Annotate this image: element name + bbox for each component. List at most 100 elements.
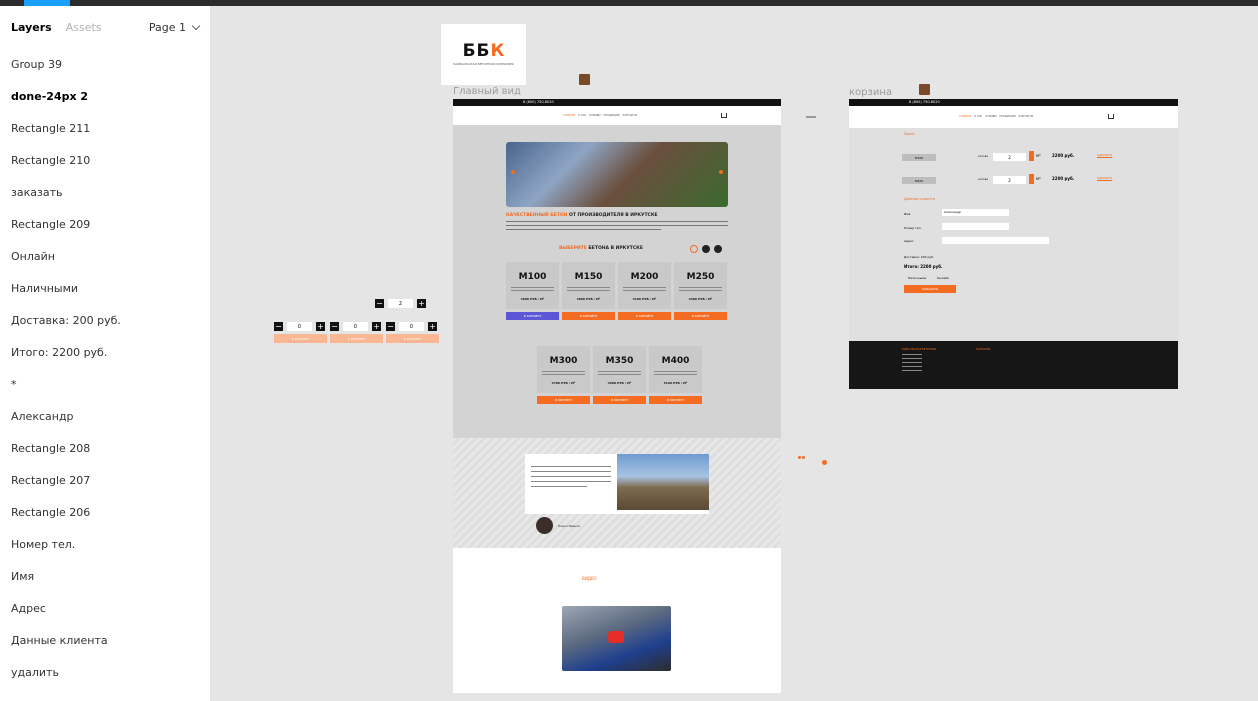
layer-item[interactable]: Rectangle 210 xyxy=(0,144,210,176)
cart-item-price: 2200 руб. xyxy=(1052,153,1075,158)
product-card[interactable]: М150 3800 РУБ / М³ xyxy=(562,262,615,309)
quantity-value[interactable]: 0 xyxy=(343,322,368,331)
tab-assets[interactable]: Assets xyxy=(66,21,102,34)
layer-item[interactable]: Номер тел. xyxy=(0,528,210,560)
minus-button[interactable]: − xyxy=(330,322,339,331)
product-price: 3600 РУБ / М³ xyxy=(520,297,545,301)
delete-link[interactable]: удалить xyxy=(1097,176,1112,180)
order-button[interactable]: ЗАКАЗАТЬ xyxy=(904,285,956,293)
filter-icon-3[interactable] xyxy=(714,245,722,253)
quantity-stepper[interactable]: − 2 + xyxy=(375,299,426,308)
add-to-cart-button[interactable]: В КОРЗИНУ xyxy=(562,312,615,320)
product-desc-lines xyxy=(623,287,666,291)
pay-cash[interactable]: Наличными xyxy=(908,276,926,280)
address-field[interactable] xyxy=(942,237,1049,244)
layer-item[interactable]: Rectangle 207 xyxy=(0,464,210,496)
layer-item[interactable]: Данные клиента xyxy=(0,624,210,656)
product-card[interactable]: М400 5100 РУБ / М³ xyxy=(649,346,702,393)
add-to-cart-button-inactive[interactable]: В КОРЗИНУ xyxy=(274,334,327,343)
frame-label-main[interactable]: Главный вид xyxy=(453,86,521,97)
layer-item[interactable]: заказать xyxy=(0,176,210,208)
frame-main-view[interactable]: 8 (800) 750-8020 ГЛАВНАЯ О НАС ОТЗЫВЫ ПРОДУ… xyxy=(453,99,781,693)
add-to-cart-button[interactable]: В КОРЗИНУ xyxy=(593,396,646,404)
layer-item[interactable]: Group 39 xyxy=(0,48,210,80)
play-icon[interactable] xyxy=(608,631,624,643)
slider-prev-icon[interactable] xyxy=(511,170,515,174)
video-thumbnail[interactable] xyxy=(562,606,671,671)
minus-button[interactable]: − xyxy=(274,322,283,331)
slider-next-icon[interactable] xyxy=(719,170,723,174)
quantity-stepper[interactable]: − 0 + xyxy=(386,322,437,331)
frame-label-cart[interactable]: корзина xyxy=(849,87,892,98)
product-card[interactable]: М300 4700 РУБ / М³ xyxy=(537,346,590,393)
product-desc-lines xyxy=(542,371,585,375)
plus-button[interactable]: + xyxy=(316,322,325,331)
layer-item[interactable]: Александр xyxy=(0,400,210,432)
cart-phone: 8 (800) 750-8020 xyxy=(909,100,940,104)
pay-online[interactable]: Онлайн xyxy=(937,276,949,280)
name-field[interactable]: Александр xyxy=(942,209,1009,216)
product-card[interactable]: М200 4100 РУБ / М³ xyxy=(618,262,671,309)
add-to-cart-button[interactable]: В КОРЗИНУ xyxy=(506,312,559,320)
component-icon[interactable] xyxy=(919,84,930,95)
quantity-value[interactable]: 0 xyxy=(287,322,312,331)
layer-item[interactable]: Rectangle 208 xyxy=(0,432,210,464)
layer-item[interactable]: Rectangle 209 xyxy=(0,208,210,240)
add-to-cart-button[interactable]: В КОРЗИНУ xyxy=(618,312,671,320)
page-selector[interactable]: Page 1 xyxy=(148,20,201,34)
frame-cart[interactable]: 8 (800) 750-8020 ГЛАВНАЯ О НАС ОТЗЫВЫ ПРОДУ… xyxy=(849,99,1178,389)
component-icon[interactable] xyxy=(579,74,590,85)
plus-button[interactable]: + xyxy=(428,322,437,331)
canvas-dot[interactable] xyxy=(802,456,805,459)
layer-item[interactable]: Итого: 2200 руб. xyxy=(0,336,210,368)
layer-item[interactable]: Наличными xyxy=(0,272,210,304)
layer-item[interactable]: Онлайн xyxy=(0,240,210,272)
add-to-cart-button[interactable]: В КОРЗИНУ xyxy=(537,396,590,404)
delete-link[interactable]: удалить xyxy=(1097,153,1112,157)
section-title: ВЫБЕРИТЕ БЕТОНА В ИРКУТСКЕ xyxy=(559,246,643,251)
plus-button[interactable]: + xyxy=(372,322,381,331)
quantity-value[interactable]: 0 xyxy=(399,322,424,331)
address-label: Адрес xyxy=(904,239,914,243)
filter-icon-1[interactable] xyxy=(690,245,698,253)
add-to-cart-button-inactive[interactable]: В КОРЗИНУ xyxy=(386,334,439,343)
minus-button[interactable]: − xyxy=(375,299,384,308)
cart-icon[interactable] xyxy=(721,113,727,118)
tab-layers[interactable]: Layers xyxy=(11,21,52,34)
filter-icon-2[interactable] xyxy=(702,245,710,253)
review-author: Павел Иванов xyxy=(558,524,580,528)
minus-button[interactable]: − xyxy=(386,322,395,331)
cart-item-qty[interactable]: 2 xyxy=(993,153,1026,161)
canvas-dot[interactable] xyxy=(822,460,827,465)
page-selector-label: Page 1 xyxy=(148,20,186,34)
quantity-stepper[interactable]: − 0 + xyxy=(330,322,381,331)
cart-nav: ГЛАВНАЯ О НАС ОТЗЫВЫ ПРОДУКЦИЯ КОНТАКТЫ xyxy=(849,106,1178,128)
layer-item[interactable]: Rectangle 211 xyxy=(0,112,210,144)
product-grade: М400 xyxy=(661,356,690,366)
hero-slider-image[interactable] xyxy=(506,142,728,207)
cart-icon[interactable] xyxy=(1108,114,1114,119)
logo-frame[interactable]: Б Б К БАЙКАЛЬСКАЯ БЕТОННАЯ КОМПАНИЯ xyxy=(441,24,526,85)
cart-item-qty[interactable]: 2 xyxy=(993,176,1026,184)
qty-stepper-control[interactable] xyxy=(1029,174,1034,184)
phone-field[interactable] xyxy=(942,223,1009,230)
add-to-cart-button-inactive[interactable]: В КОРЗИНУ xyxy=(330,334,383,343)
layer-item[interactable]: Rectangle 206 xyxy=(0,496,210,528)
qty-stepper-control[interactable] xyxy=(1029,151,1034,161)
layer-item[interactable]: Доставка: 200 руб. xyxy=(0,304,210,336)
footer-contacts: КОНТАКТЫ xyxy=(976,348,991,351)
layer-item[interactable]: удалить xyxy=(0,656,210,688)
plus-button[interactable]: + xyxy=(417,299,426,308)
layer-item[interactable]: done-24px 2 xyxy=(0,80,210,112)
quantity-value[interactable]: 2 xyxy=(388,299,413,308)
layer-item[interactable]: Адрес xyxy=(0,592,210,624)
product-card[interactable]: М100 3600 РУБ / М³ xyxy=(506,262,559,309)
product-card[interactable]: М250 4300 РУБ / М³ xyxy=(674,262,727,309)
product-card[interactable]: М350 4900 РУБ / М³ xyxy=(593,346,646,393)
quantity-stepper[interactable]: − 0 + xyxy=(274,322,325,331)
add-to-cart-button[interactable]: В КОРЗИНУ xyxy=(674,312,727,320)
layer-item[interactable]: * xyxy=(0,368,210,400)
layer-item[interactable]: Имя xyxy=(0,560,210,592)
canvas-dot[interactable] xyxy=(798,456,801,459)
add-to-cart-button[interactable]: В КОРЗИНУ xyxy=(649,396,702,404)
